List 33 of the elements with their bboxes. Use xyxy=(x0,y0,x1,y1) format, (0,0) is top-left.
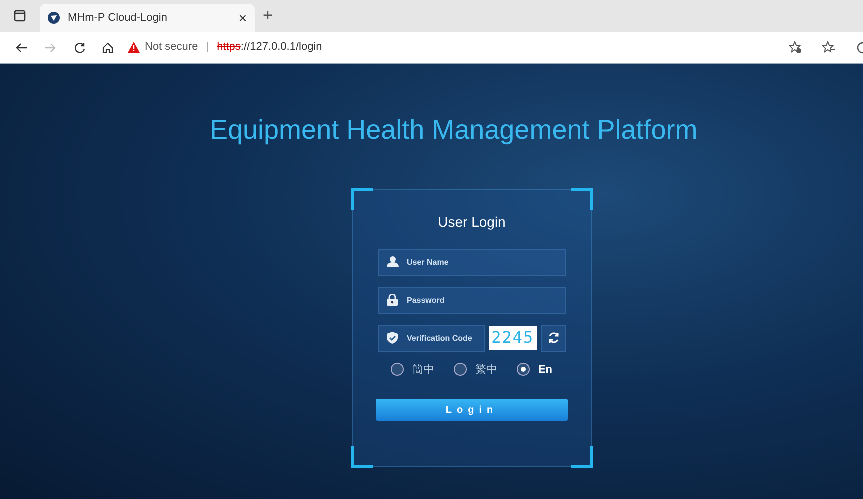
separator: | xyxy=(206,40,210,56)
page-title: Equipment Health Management Platform xyxy=(209,114,699,147)
language-label[interactable]: 簡中 xyxy=(412,362,434,378)
lock-icon xyxy=(387,294,398,306)
url-text[interactable]: https://127.0.0.1/login xyxy=(217,39,322,56)
close-tab-button[interactable]: × xyxy=(238,8,247,28)
corner-bracket xyxy=(351,446,373,468)
browser-tab[interactable]: MHm-P Cloud-Login × xyxy=(40,4,255,32)
radio-button[interactable] xyxy=(391,363,404,376)
corner-bracket xyxy=(351,188,373,210)
shield-check-icon xyxy=(387,332,398,344)
login-heading: User Login xyxy=(437,212,507,232)
home-icon[interactable] xyxy=(102,42,114,54)
refresh-captcha-button[interactable] xyxy=(541,324,566,352)
refresh-icon[interactable] xyxy=(74,42,86,54)
radio-button[interactable] xyxy=(454,363,468,376)
warning-icon[interactable] xyxy=(128,42,140,53)
favorites-icon[interactable] xyxy=(822,41,835,54)
language-label[interactable]: En xyxy=(538,362,553,378)
radio-button[interactable] xyxy=(517,363,530,376)
refresh-icon xyxy=(548,332,560,344)
corner-bracket xyxy=(571,188,593,210)
corner-bracket xyxy=(571,446,593,468)
security-status[interactable]: Not secure xyxy=(145,39,198,56)
favicon-icon xyxy=(48,12,60,24)
tab-title: MHm-P Cloud-Login xyxy=(68,10,168,26)
new-tab-button[interactable]: + xyxy=(263,3,273,29)
collections-icon[interactable] xyxy=(855,41,863,54)
user-icon xyxy=(387,256,399,268)
tab-actions-icon[interactable] xyxy=(14,10,26,22)
add-favorite-icon[interactable] xyxy=(789,41,802,54)
back-icon[interactable] xyxy=(16,42,28,54)
language-label[interactable]: 繁中 xyxy=(475,362,498,378)
